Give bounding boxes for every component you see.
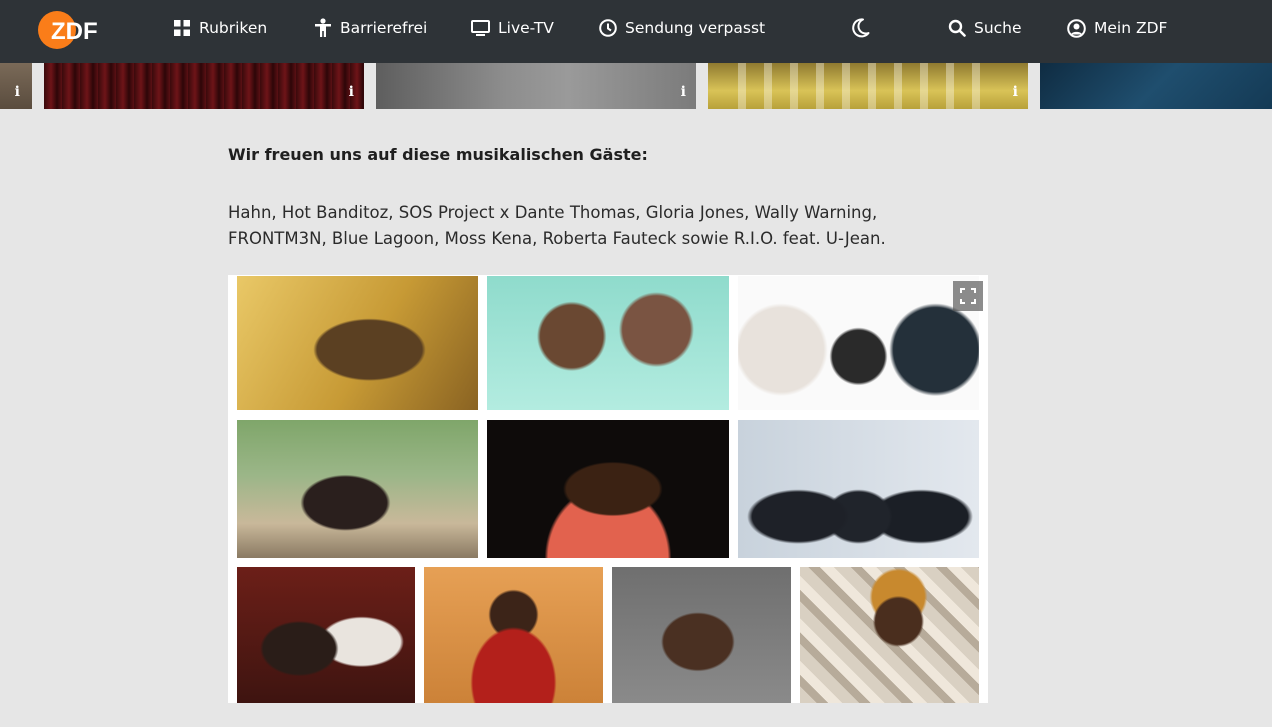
teaser-card[interactable]: i (376, 63, 696, 109)
guests-line: Hahn, Hot Banditoz, SOS Project x Dante … (228, 203, 878, 222)
guest-photo (237, 276, 478, 410)
user-icon (1067, 18, 1086, 38)
guest-photo (424, 567, 603, 703)
guest-photo (612, 567, 791, 703)
nav-suche[interactable]: Suche (948, 0, 1022, 56)
moon-icon[interactable] (849, 17, 871, 39)
guest-photo (738, 420, 979, 558)
guests-heading: Wir freuen uns auf diese musikalischen G… (228, 145, 648, 164)
guests-line: FRONTM3N, Blue Lagoon, Moss Kena, Robert… (228, 229, 886, 248)
teaser-card[interactable]: i (44, 63, 364, 109)
guest-photo (237, 420, 478, 558)
teaser-card[interactable] (1040, 63, 1272, 109)
search-icon (948, 19, 966, 37)
guest-photo (800, 567, 979, 703)
nav-mein-zdf-label: Mein ZDF (1094, 19, 1168, 37)
info-icon[interactable]: i (681, 85, 686, 99)
zdf-logo[interactable]: ZDF (38, 10, 108, 50)
nav-live-tv[interactable]: Live-TV (471, 0, 554, 56)
grid-icon (174, 20, 190, 36)
top-navigation: ZDF Rubriken Barrierefrei Live-TV Sendun… (0, 0, 1272, 63)
nav-rubriken-label: Rubriken (199, 19, 268, 37)
fullscreen-button[interactable] (953, 281, 983, 311)
nav-rubriken[interactable]: Rubriken (173, 0, 267, 56)
info-icon[interactable]: i (1013, 85, 1018, 99)
clock-icon (599, 19, 617, 37)
info-icon[interactable]: i (15, 85, 20, 99)
guest-photo (487, 420, 729, 558)
teaser-strip: i i i i (0, 63, 1272, 109)
nav-barrierefrei[interactable]: Barrierefrei (314, 0, 427, 56)
accessibility-icon (315, 18, 331, 37)
info-icon[interactable]: i (349, 85, 354, 99)
guests-list: Hahn, Hot Banditoz, SOS Project x Dante … (228, 200, 948, 252)
nav-sendung-verpasst-label: Sendung verpasst (625, 19, 766, 37)
guest-photo (487, 276, 729, 410)
nav-mein-zdf[interactable]: Mein ZDF (1067, 0, 1167, 56)
tv-icon (471, 19, 490, 36)
teaser-image-detail (738, 63, 998, 109)
nav-sendung-verpasst[interactable]: Sendung verpasst (599, 0, 765, 56)
expand-icon (960, 288, 976, 304)
nav-live-tv-label: Live-TV (498, 19, 554, 37)
teaser-card[interactable]: i (0, 63, 32, 109)
guest-photo (738, 276, 979, 410)
svg-text:ZDF: ZDF (51, 18, 98, 45)
nav-suche-label: Suche (974, 19, 1022, 37)
teaser-card[interactable]: i (708, 63, 1028, 109)
guest-photo (237, 567, 415, 703)
nav-barrierefrei-label: Barrierefrei (340, 19, 428, 37)
guests-photo-collage[interactable] (228, 275, 988, 703)
